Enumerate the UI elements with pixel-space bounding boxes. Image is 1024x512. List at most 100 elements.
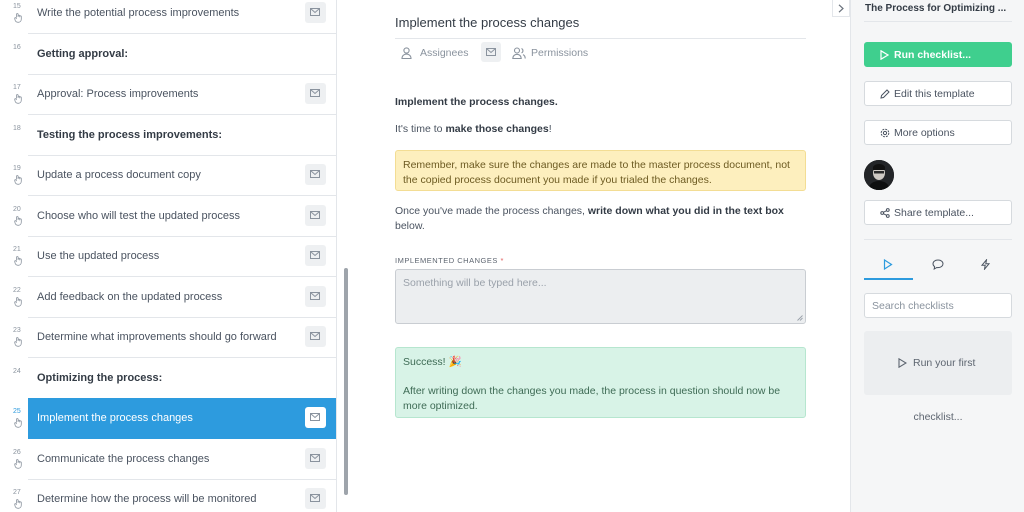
avatar[interactable] <box>864 160 894 190</box>
mail-icon <box>310 210 320 219</box>
tab-runs[interactable] <box>864 254 913 280</box>
task-cell: Optimizing the process: <box>28 358 336 399</box>
email-button[interactable] <box>305 447 326 469</box>
mail-icon <box>310 89 320 97</box>
row-gutter: 27 <box>0 479 28 512</box>
task-number: 24 <box>13 367 21 375</box>
task-label: Communicate the process changes <box>37 452 210 465</box>
task-item[interactable]: 27 Determine how the process will be moni… <box>0 479 336 512</box>
task-item[interactable]: 21 Use the updated process <box>0 236 336 277</box>
task-intro: It's time to make those changes! <box>395 123 552 135</box>
task-number: 26 <box>13 448 21 456</box>
task-label: Approval: Process improvements <box>37 88 199 100</box>
email-button[interactable] <box>305 83 326 104</box>
row-gutter: 21 <box>0 236 28 277</box>
pencil-icon <box>880 89 890 99</box>
hand-icon <box>14 256 22 266</box>
task-cell: Update a process document copy <box>28 155 336 196</box>
user-icon <box>401 47 412 59</box>
task-item[interactable]: 19 Update a process document copy <box>0 155 336 196</box>
row-gutter: 16 <box>0 34 28 75</box>
field-placeholder: Something will be typed here... <box>403 277 547 289</box>
task-cell: Determine what improvements should go fo… <box>28 317 336 358</box>
more-options-button[interactable]: More options <box>864 120 1012 145</box>
task-heading: Implement the process changes. <box>395 96 558 108</box>
field-label: IMPLEMENTED CHANGES * <box>395 256 504 265</box>
implemented-changes-field[interactable]: Something will be typed here... <box>395 269 806 324</box>
tab-automations[interactable] <box>962 254 1011 280</box>
task-item[interactable]: 25 Implement the process changes <box>0 398 336 439</box>
gear-icon <box>880 128 890 138</box>
mail-icon <box>310 170 320 178</box>
task-number: 27 <box>13 489 21 496</box>
section-heading: 24 Optimizing the process: <box>0 358 336 399</box>
task-item[interactable]: 15 Write the potential process improvemen… <box>0 0 336 34</box>
task-list-scrollbar[interactable] <box>344 268 348 495</box>
task-item[interactable]: 17 Approval: Process improvements <box>0 74 336 115</box>
success-title: Success! 🎉 <box>403 356 462 368</box>
task-label: Update a process document copy <box>37 169 201 181</box>
task-item[interactable]: 20 Choose who will test the updated proce… <box>0 196 336 237</box>
task-number: 25 <box>13 408 21 415</box>
run-first-checklist-button[interactable]: Run your first <box>864 331 1012 395</box>
edit-template-button[interactable]: Edit this template <box>864 81 1012 106</box>
share-icon <box>880 208 890 218</box>
task-item[interactable]: 22 Add feedback on the updated process <box>0 277 336 318</box>
task-item[interactable]: 26 Communicate the process changes <box>0 439 336 480</box>
hand-icon <box>14 418 22 428</box>
row-gutter: 24 <box>0 358 28 399</box>
mail-icon <box>310 251 320 259</box>
activity-tabs <box>864 254 1012 280</box>
task-number: 20 <box>13 205 21 213</box>
chevron-right-icon <box>838 4 844 13</box>
warning-callout: Remember, make sure the changes are made… <box>395 150 806 191</box>
task-number: 23 <box>13 327 21 334</box>
divider <box>864 21 1012 22</box>
resize-grip-icon[interactable] <box>797 315 803 321</box>
email-button[interactable] <box>305 245 326 266</box>
section-heading: 16 Getting approval: <box>0 34 336 75</box>
search-checklists-input[interactable]: Search checklists <box>864 293 1012 318</box>
email-button[interactable] <box>305 407 326 428</box>
user-photo-icon <box>864 160 894 190</box>
email-button[interactable] <box>305 2 326 23</box>
task-item[interactable]: 23 Determine what improvements should go … <box>0 317 336 358</box>
task-cell: Add feedback on the updated process <box>28 277 336 318</box>
email-button[interactable] <box>481 42 501 62</box>
mail-icon <box>310 291 320 300</box>
task-number: 22 <box>13 286 21 294</box>
tab-comments[interactable] <box>913 254 962 280</box>
task-cell: Approval: Process improvements <box>28 74 336 115</box>
mail-icon <box>310 8 320 16</box>
run-checklist-button[interactable]: Run checklist... <box>864 42 1012 67</box>
email-button[interactable] <box>305 164 326 185</box>
assignees-label: Assignees <box>420 47 469 59</box>
required-marker: * <box>500 256 504 265</box>
row-gutter: 22 <box>0 277 28 318</box>
hand-icon <box>14 94 22 104</box>
mail-icon <box>310 494 320 502</box>
email-button[interactable] <box>305 204 326 226</box>
email-button[interactable] <box>305 285 326 307</box>
task-label: Add feedback on the updated process <box>37 290 223 303</box>
task-cell: Getting approval: <box>28 34 336 75</box>
collapse-sidebar-button[interactable] <box>832 0 850 17</box>
hand-icon <box>14 458 22 469</box>
hand-icon <box>14 296 22 307</box>
task-number: 19 <box>13 165 21 172</box>
play-icon <box>898 358 907 368</box>
task-cell: Write the potential process improvements <box>28 0 336 34</box>
task-number: 18 <box>13 124 21 132</box>
success-callout: Success! 🎉 After writing down the change… <box>395 347 806 418</box>
email-button[interactable] <box>305 326 326 347</box>
task-instruction: Once you've made the process changes, wr… <box>395 205 784 232</box>
share-template-button[interactable]: Share template... <box>864 200 1012 225</box>
task-label: Determine how the process will be monito… <box>37 493 257 505</box>
task-cell: Testing the process improvements: <box>28 115 336 156</box>
success-body: After writing down the changes you made,… <box>403 385 781 412</box>
task-label: Implement the process changes <box>37 412 193 424</box>
task-number: 15 <box>13 3 21 10</box>
task-label: Testing the process improvements: <box>37 128 223 141</box>
email-button[interactable] <box>305 488 326 509</box>
play-icon <box>883 259 893 270</box>
